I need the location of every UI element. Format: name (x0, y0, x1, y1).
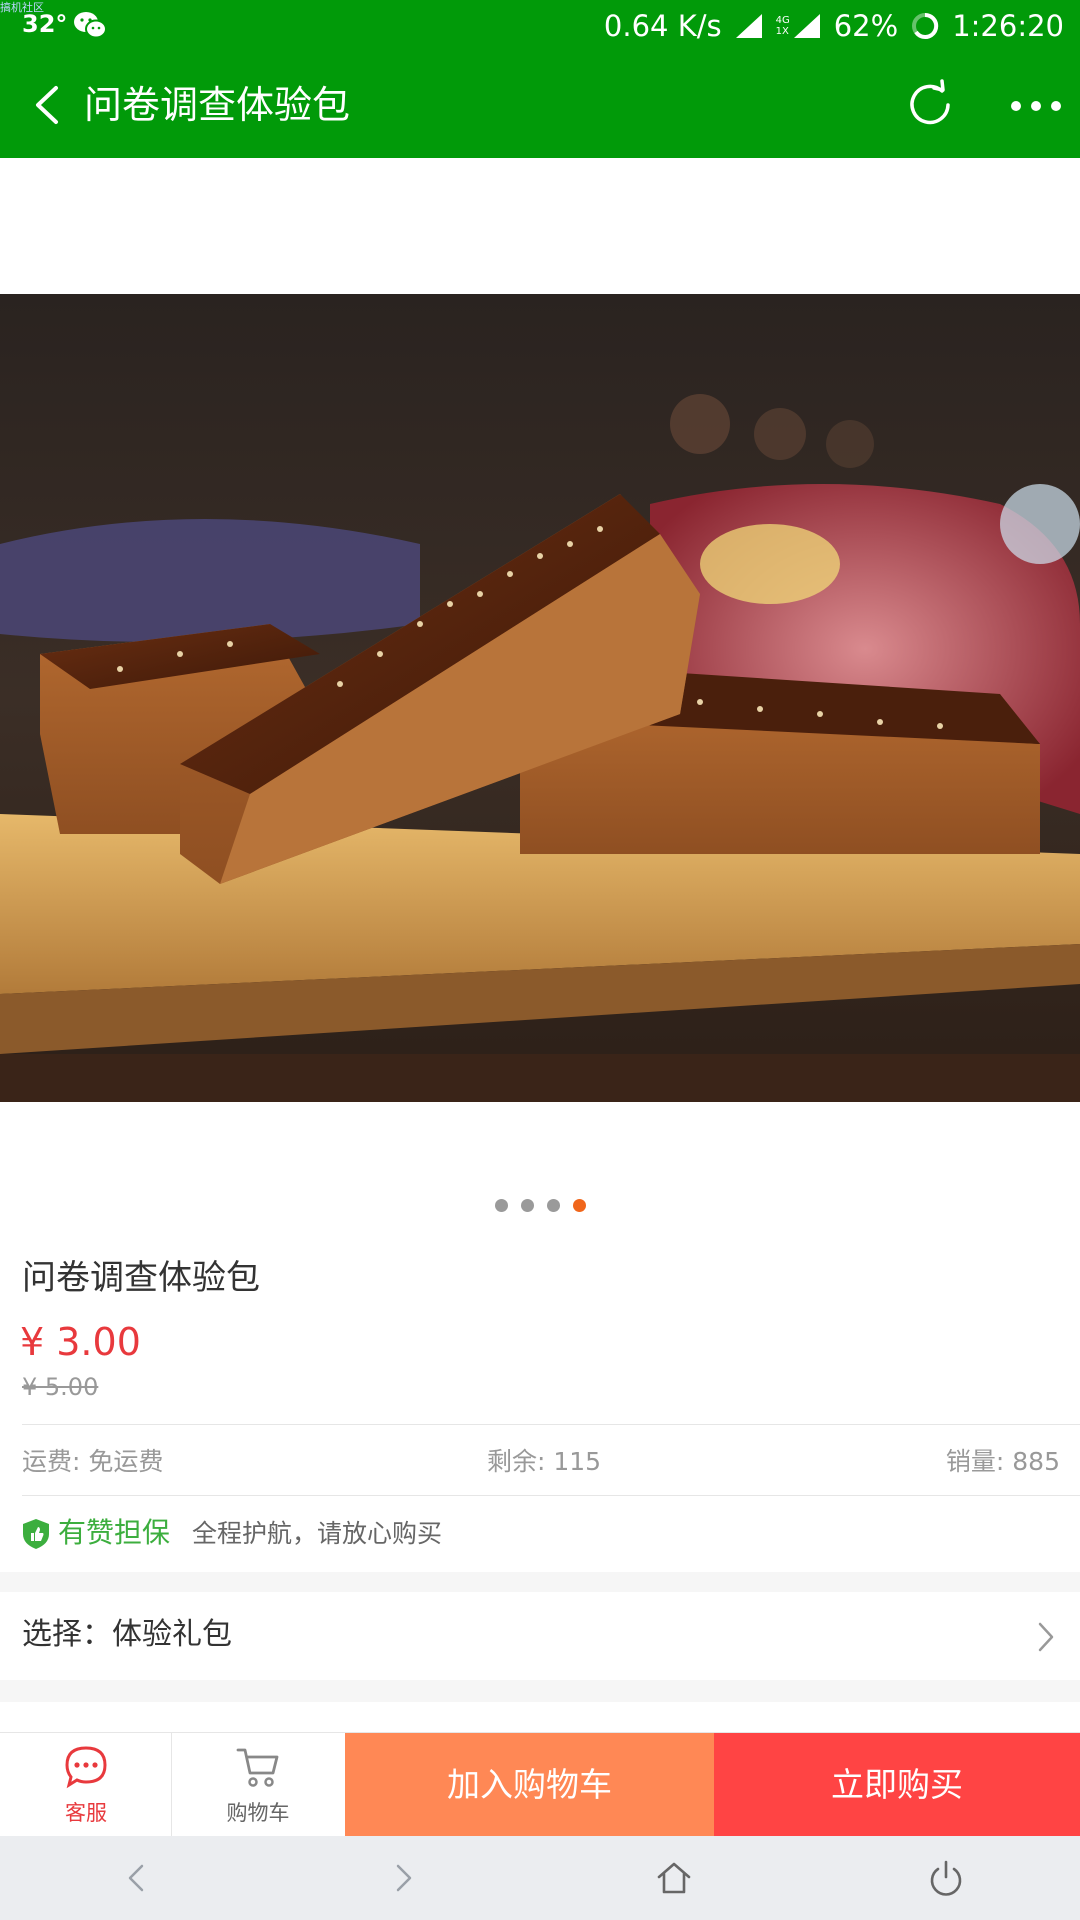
temperature: 32° (22, 10, 68, 38)
carousel-dot[interactable] (546, 1199, 560, 1212)
page-title: 问卷调查体验包 (84, 83, 351, 127)
network-type-bottom: 1X (775, 26, 789, 37)
stats-row: 运费: 免运费 剩余: 115 销量: 885 (22, 1424, 1060, 1492)
section-spacer (0, 1572, 1080, 1592)
network-speed: 0.64 K/s (603, 9, 722, 43)
customer-service-label: 客服 (65, 1801, 107, 1825)
back-icon[interactable] (28, 82, 68, 128)
carousel-dot-active[interactable] (572, 1199, 586, 1212)
customer-service-button[interactable]: 客服 (0, 1733, 172, 1837)
cart-button[interactable]: 购物车 (172, 1733, 344, 1837)
signal-icon (735, 14, 762, 38)
browser-forward-icon[interactable] (384, 1858, 424, 1898)
network-type: 4G 1X (776, 12, 822, 40)
carousel-dot[interactable] (494, 1199, 508, 1212)
remaining-stock: 剩余: 115 (487, 1447, 602, 1476)
guarantee-label: 有赞担保 (58, 1516, 171, 1549)
original-price: ¥ 5.00 (22, 1373, 99, 1401)
shopping-cart-icon (236, 1748, 279, 1787)
shield-thumb-icon (23, 1519, 49, 1549)
signal-icon-2 (793, 14, 820, 38)
cart-label: 购物车 (226, 1801, 290, 1825)
sales-count: 销量: 885 (945, 1447, 1060, 1476)
more-icon[interactable] (1010, 96, 1062, 116)
guarantee-text: 全程护航，请放心购买 (192, 1519, 443, 1548)
network-type-top: 4G (775, 15, 790, 26)
status-right: 0.64 K/s 4G 1X 62% 1:26:20 (604, 8, 1064, 44)
battery-percent: 62% (833, 9, 899, 43)
sku-select-row[interactable]: 选择：体验礼包 (0, 1592, 1080, 1680)
sku-select-label: 选择：体验礼包 (22, 1617, 232, 1652)
chat-bubble-icon (65, 1746, 107, 1789)
status-bar: 搞机社区 32° 0.64 K/s 4G 1X 62% 1:26:20 (0, 0, 1080, 52)
browser-back-icon[interactable] (116, 1858, 156, 1898)
home-icon[interactable] (654, 1858, 694, 1898)
system-nav-bar (0, 1836, 1080, 1920)
shipping-fee: 运费: 免运费 (22, 1447, 164, 1476)
wechat-icon (74, 12, 107, 39)
power-icon[interactable] (926, 1858, 966, 1898)
add-to-cart-button[interactable]: 加入购物车 (345, 1733, 714, 1837)
product-name: 问卷调查体验包 (22, 1258, 260, 1298)
refresh-icon[interactable] (904, 78, 958, 132)
app-bar: 问卷调查体验包 (0, 52, 1080, 158)
chevron-right-icon (1038, 1622, 1054, 1652)
carousel-indicator (0, 1199, 1080, 1215)
bottom-action-bar: 客服 购物车 加入购物车 立即购买 (0, 1732, 1080, 1837)
guarantee-row[interactable]: 有赞担保 全程护航，请放心购买 (0, 1496, 1080, 1572)
product-carousel[interactable] (0, 158, 1080, 1218)
battery-icon (912, 12, 939, 39)
clock: 1:26:20 (952, 9, 1064, 43)
product-price: ¥ 3.00 (20, 1320, 141, 1364)
section-spacer (0, 1680, 1080, 1702)
carousel-dot[interactable] (520, 1199, 534, 1212)
buy-now-button[interactable]: 立即购买 (714, 1733, 1080, 1837)
product-image[interactable] (0, 294, 1080, 1102)
